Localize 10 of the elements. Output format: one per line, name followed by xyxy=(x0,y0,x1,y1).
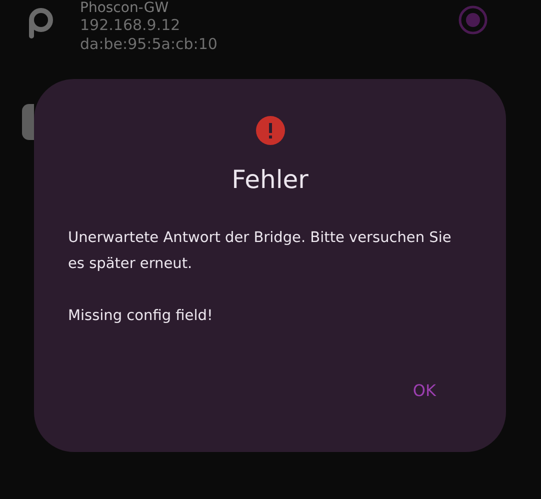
error-message: Unerwartete Antwort der Bridge. Bitte versuchen Sie es später erneut. xyxy=(68,229,452,274)
ip-address: 192.168.9.12 xyxy=(80,16,182,35)
dialog-title: Fehler xyxy=(232,165,308,195)
ok-button[interactable]: OK xyxy=(412,381,436,400)
app-icon[interactable] xyxy=(22,104,34,140)
error-icon xyxy=(256,116,284,145)
error-detail: Missing config field! xyxy=(68,307,214,326)
radio-button[interactable] xyxy=(458,5,488,35)
mac-address: da:be:95:5a:cb:10 xyxy=(80,35,218,54)
device-name: Phoscon-GW xyxy=(80,1,170,16)
